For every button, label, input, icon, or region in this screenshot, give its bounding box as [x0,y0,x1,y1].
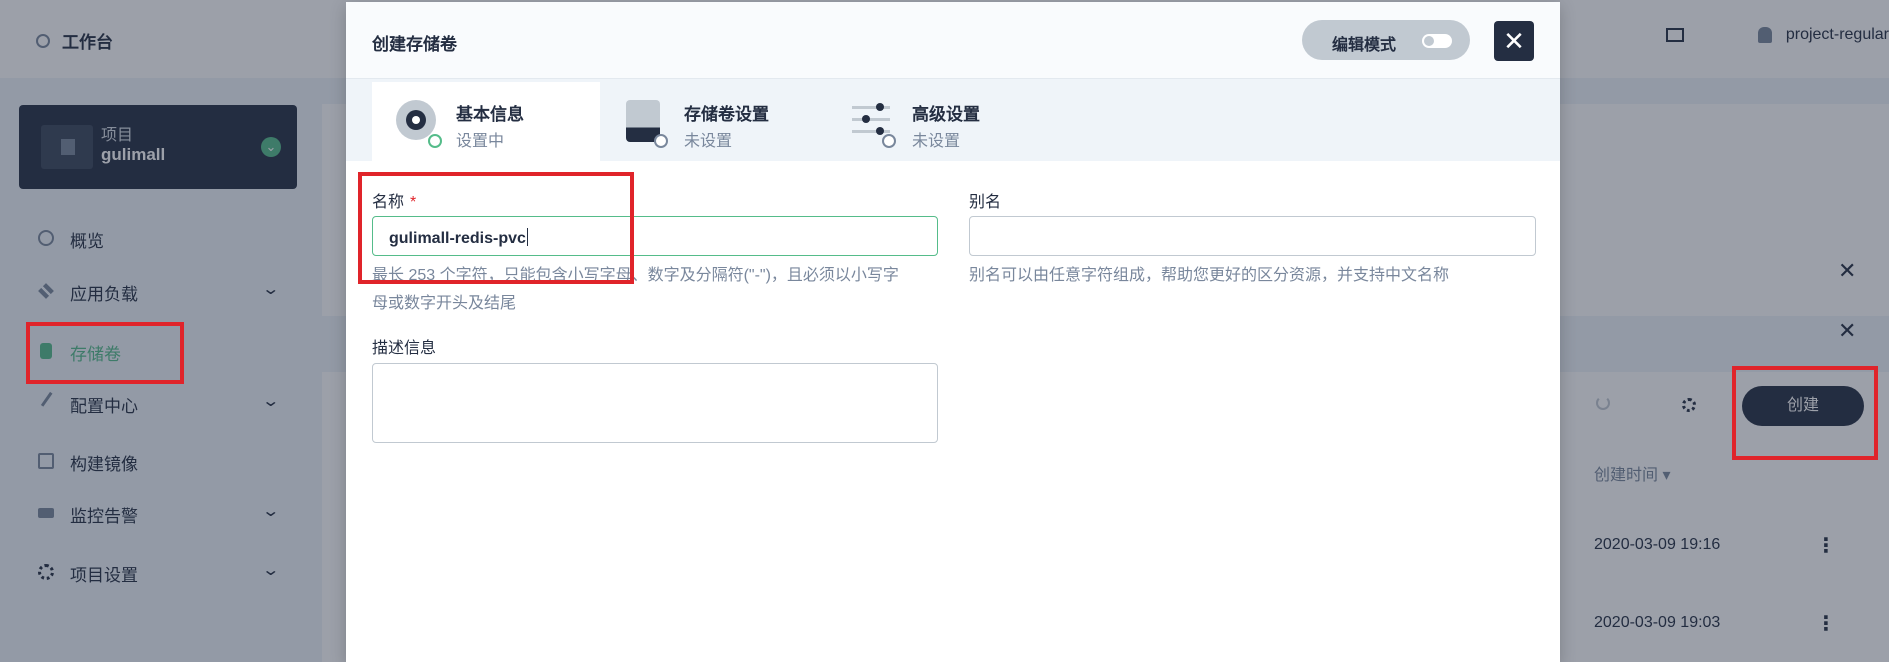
name-hint-line: 最长 253 个字符，只能包含小写字母、数字及分隔符("-")，且必须以小写字 [372,267,899,284]
name-label: 名称 * [372,188,416,212]
disc-icon [396,100,436,140]
close-button[interactable]: ✕ [1494,21,1534,61]
name-hint-line: 母或数字开头及结尾 [372,295,517,312]
tab-title: 基本信息 [456,105,524,124]
name-input-text: gulimall-redis-pvc [389,230,526,247]
alias-input[interactable] [969,216,1536,256]
step-tabs: 基本信息 设置中 存储卷设置 未设置 高级设置 未设置 [346,79,1560,161]
tab-advanced-settings[interactable]: 高级设置 未设置 [828,82,1056,161]
dialog-title: 创建存储卷 [372,35,457,54]
close-icon: ✕ [1503,26,1525,56]
tab-status: 设置中 [456,133,505,150]
name-label-text: 名称 [372,194,405,211]
toggle-switch[interactable] [1422,34,1452,48]
required-mark: * [410,194,417,211]
tab-title: 存储卷设置 [684,105,769,124]
dialog-header: 创建存储卷 编辑模式 ✕ [346,2,1560,79]
name-input-value: gulimall-redis-pvc [389,228,528,248]
description-textarea[interactable] [372,363,938,443]
name-hint: 最长 253 个字符，只能包含小写字母、数字及分隔符("-")，且必须以小写字 … [372,262,952,318]
tab-volume-settings[interactable]: 存储卷设置 未设置 [600,82,828,161]
create-volume-dialog: 创建存储卷 编辑模式 ✕ 基本信息 设置中 存储卷设置 未设置 高级设置 未设置… [346,2,1560,662]
description-label: 描述信息 [372,340,437,357]
tab-status: 未设置 [684,133,733,150]
alias-hint: 别名可以由任意字符组成，帮助您更好的区分资源，并支持中文名称 [969,267,1450,284]
tab-title: 高级设置 [912,105,980,124]
text-caret [526,228,528,246]
name-input[interactable]: gulimall-redis-pvc [372,216,938,256]
alias-label: 别名 [969,194,1002,211]
status-dot-icon [428,134,442,148]
status-dot-icon [654,134,668,148]
edit-mode-toggle[interactable]: 编辑模式 [1302,20,1470,60]
tab-status: 未设置 [912,133,961,150]
edit-mode-label: 编辑模式 [1332,37,1397,54]
tab-basic-info[interactable]: 基本信息 设置中 [372,82,600,161]
status-dot-icon [882,134,896,148]
